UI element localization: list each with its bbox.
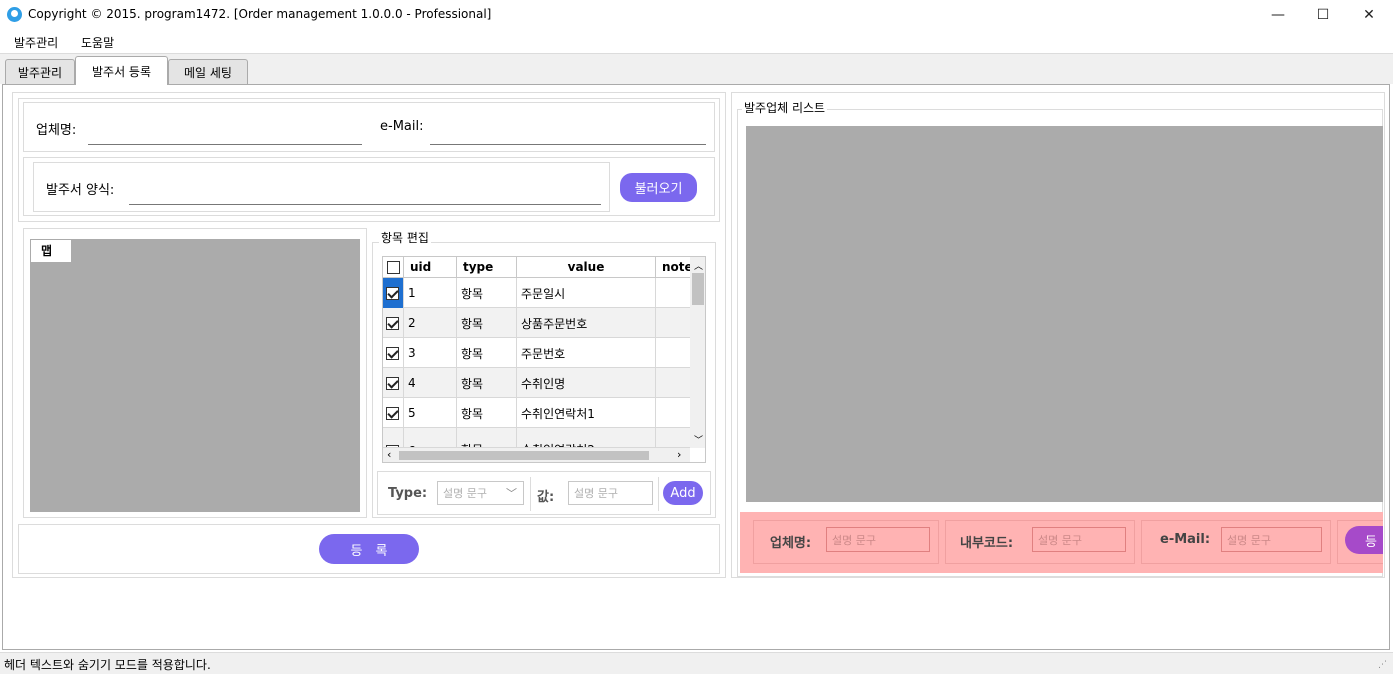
table-row[interactable]: 1 항목 주문일시 bbox=[383, 278, 691, 308]
table-row[interactable]: 2 항목 상품주문번호 bbox=[383, 308, 691, 338]
row-checkbox-cell[interactable] bbox=[383, 368, 404, 398]
select-all-checkbox[interactable] bbox=[386, 260, 400, 274]
tab-order-registration[interactable]: 발주서 등록 bbox=[75, 56, 168, 85]
cell-uid: 2 bbox=[404, 308, 457, 338]
maximize-button[interactable]: ☐ bbox=[1300, 0, 1346, 30]
cell-value: 수취인명 bbox=[517, 368, 656, 398]
scroll-right-icon[interactable]: › bbox=[677, 448, 681, 461]
item-edit-title: 항목 편집 bbox=[379, 229, 431, 246]
cell-type: 항목 bbox=[457, 428, 517, 447]
vendor-email-label: e-Mail: bbox=[1160, 532, 1211, 547]
cell-type: 항목 bbox=[457, 398, 517, 428]
resize-grip-icon[interactable]: ⋰ bbox=[1378, 660, 1387, 670]
scroll-up-icon[interactable]: ︿ bbox=[694, 259, 703, 272]
cell-value: 주문일시 bbox=[517, 278, 656, 308]
window-title: Copyright © 2015. program1472. [Order ma… bbox=[28, 7, 492, 21]
select-all-cell[interactable] bbox=[383, 257, 404, 278]
menu-help[interactable]: 도움말 bbox=[81, 34, 114, 51]
vendor-list-title: 발주업체 리스트 bbox=[742, 99, 828, 116]
type-label: Type: bbox=[388, 486, 428, 501]
cell-type: 항목 bbox=[457, 338, 517, 368]
cell-value: 수취인연락처2 bbox=[517, 428, 656, 447]
table-row[interactable]: 3 항목 주문번호 bbox=[383, 338, 691, 368]
template-label: 발주서 양식: bbox=[46, 183, 115, 198]
table-row[interactable]: 5 항목 수취인연락처1 bbox=[383, 398, 691, 428]
row-checkbox[interactable] bbox=[386, 286, 399, 300]
row-checkbox-cell[interactable] bbox=[383, 428, 404, 447]
register-button[interactable]: 등 록 bbox=[319, 534, 419, 564]
email-input[interactable] bbox=[430, 144, 706, 145]
cell-value: 주문번호 bbox=[517, 338, 656, 368]
row-checkbox[interactable] bbox=[386, 406, 399, 420]
menu-bar bbox=[0, 30, 1393, 54]
status-text: 헤더 텍스트와 숨기기 모드를 적용합니다. bbox=[4, 658, 211, 672]
column-header-uid[interactable]: uid bbox=[404, 257, 457, 278]
table-row[interactable]: 6 항목 수취인연락처2 bbox=[383, 428, 691, 448]
cell-uid: 3 bbox=[404, 338, 457, 368]
row-checkbox-cell[interactable] bbox=[383, 338, 404, 368]
cell-type: 항목 bbox=[457, 368, 517, 398]
company-input[interactable] bbox=[88, 144, 362, 145]
value-label: 값: bbox=[537, 490, 555, 505]
row-checkbox[interactable] bbox=[386, 376, 399, 390]
load-button[interactable]: 불러오기 bbox=[620, 173, 697, 202]
vendor-input-bar: 업체명: 설명 문구 내부코드: 설명 문구 e-Mail: 설명 문구 등 bbox=[740, 512, 1383, 573]
item-grid[interactable]: uid type value note 1 항목 주문일시 2 항목 상품주문번… bbox=[382, 256, 706, 463]
divider bbox=[530, 477, 531, 511]
value-input[interactable]: 설명 문구 bbox=[568, 481, 653, 505]
vendor-company-label: 업체명: bbox=[770, 536, 812, 551]
close-button[interactable]: ✕ bbox=[1346, 0, 1392, 30]
row-checkbox-cell[interactable] bbox=[383, 398, 404, 428]
column-header-value[interactable]: value bbox=[517, 257, 656, 278]
cell-uid: 5 bbox=[404, 398, 457, 428]
scroll-thumb[interactable] bbox=[692, 273, 704, 305]
row-checkbox[interactable] bbox=[386, 316, 399, 330]
type-select-placeholder: 설명 문구 bbox=[443, 487, 487, 500]
tab-mail-settings[interactable]: 메일 세팅 bbox=[168, 59, 248, 84]
minimize-button[interactable]: — bbox=[1255, 0, 1301, 30]
vendor-grid[interactable] bbox=[746, 126, 1383, 502]
hscroll-thumb[interactable] bbox=[399, 451, 649, 460]
cell-uid: 4 bbox=[404, 368, 457, 398]
row-checkbox-cell[interactable] bbox=[383, 308, 404, 338]
vendor-email-input[interactable]: 설명 문구 bbox=[1221, 527, 1322, 552]
template-input[interactable] bbox=[129, 204, 601, 205]
vertical-scrollbar[interactable]: ︿ ﹀ bbox=[690, 257, 705, 448]
chevron-down-icon: ﹀ bbox=[506, 487, 517, 500]
email-label: e-Mail: bbox=[380, 119, 424, 134]
map-tab[interactable]: 맵 bbox=[31, 240, 71, 262]
horizontal-scrollbar[interactable]: ‹ › bbox=[383, 448, 690, 462]
cell-type: 항목 bbox=[457, 278, 517, 308]
cell-value: 상품주문번호 bbox=[517, 308, 656, 338]
menu-order-management[interactable]: 발주관리 bbox=[14, 34, 58, 51]
type-select[interactable]: 설명 문구 ﹀ bbox=[437, 481, 524, 505]
app-logo-icon bbox=[7, 7, 22, 22]
vendor-register-button[interactable]: 등 bbox=[1345, 526, 1383, 554]
column-header-note[interactable]: note bbox=[656, 257, 692, 278]
map-panel bbox=[30, 239, 360, 512]
add-button[interactable]: Add bbox=[663, 481, 703, 505]
tab-order-management[interactable]: 발주관리 bbox=[5, 59, 75, 84]
vendor-code-label: 내부코드: bbox=[960, 536, 1014, 551]
row-checkbox-cell[interactable] bbox=[383, 278, 404, 308]
cell-type: 항목 bbox=[457, 308, 517, 338]
cell-uid: 1 bbox=[404, 278, 457, 308]
column-header-type[interactable]: type bbox=[457, 257, 517, 278]
row-checkbox[interactable] bbox=[386, 346, 399, 360]
scroll-down-icon[interactable]: ﹀ bbox=[694, 433, 703, 446]
company-label: 업체명: bbox=[36, 123, 77, 138]
scroll-left-icon[interactable]: ‹ bbox=[387, 448, 391, 461]
table-row[interactable]: 4 항목 수취인명 bbox=[383, 368, 691, 398]
vendor-company-input[interactable]: 설명 문구 bbox=[826, 527, 930, 552]
cell-uid: 6 bbox=[404, 428, 457, 447]
divider bbox=[658, 477, 659, 511]
vendor-code-input[interactable]: 설명 문구 bbox=[1032, 527, 1126, 552]
cell-value: 수취인연락처1 bbox=[517, 398, 656, 428]
